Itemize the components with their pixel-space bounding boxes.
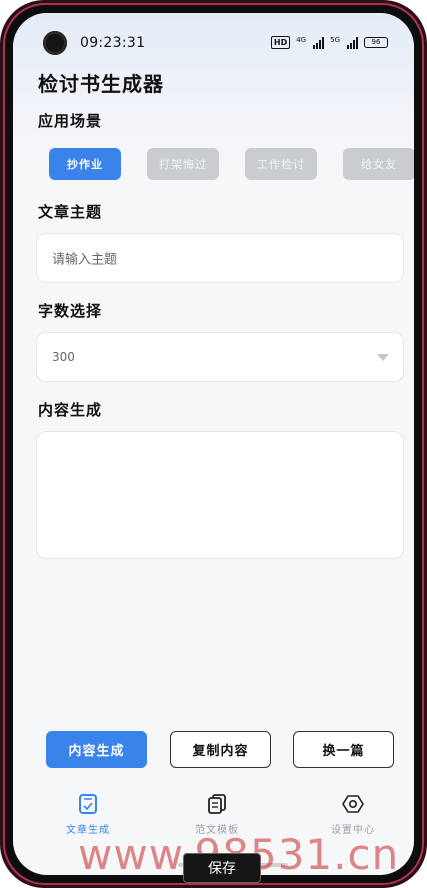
topic-input[interactable]: 请输入主题 [36,233,404,283]
chevron-down-icon [377,354,389,361]
generate-button[interactable]: 内容生成 [46,731,147,768]
topic-label: 文章主题 [38,203,103,221]
status-time: 09:23:31 [80,35,146,51]
action-row: 内容生成 复制内容 换一篇 [13,731,414,769]
wordcount-label: 字数选择 [38,302,103,320]
app-screen: 09:23:31 HD 4G 5G 96 检讨书生成器 应用场景 抄作业 打架悔… [13,13,414,875]
content-textarea[interactable] [36,431,404,559]
battery-icon: 96 [364,37,388,48]
front-camera [43,31,67,55]
page-title: 检讨书生成器 [38,72,164,96]
copy-icon [208,794,226,814]
hd-badge: HD [270,36,291,49]
status-bar: 09:23:31 HD 4G 5G 96 [13,31,414,57]
signal-icon [313,36,325,49]
scene-chips: 抄作业 打架悔过 工作检讨 给女友 [49,148,414,180]
chip-fight-repent[interactable]: 打架悔过 [147,148,219,180]
network-4g-label: 4G [296,36,307,44]
wordcount-select[interactable]: 300 [36,332,404,382]
signal-icon [347,36,358,49]
content-label: 内容生成 [38,401,103,419]
copy-button[interactable]: 复制内容 [170,731,271,768]
document-check-icon [79,794,97,814]
chip-copy-homework[interactable]: 抄作业 [49,148,121,180]
settings-hex-icon [342,795,364,813]
save-button[interactable]: 保存 [183,853,261,883]
status-icons: HD 4G 5G 96 [270,36,388,49]
scene-label: 应用场景 [38,112,103,130]
chip-work-review[interactable]: 工作检讨 [245,148,317,180]
wordcount-value: 300 [52,350,75,364]
chip-girlfriend[interactable]: 给女友 [343,148,414,180]
topic-placeholder: 请输入主题 [52,252,118,268]
regenerate-button[interactable]: 换一篇 [293,731,394,768]
network-5g-label: 5G [330,36,340,44]
